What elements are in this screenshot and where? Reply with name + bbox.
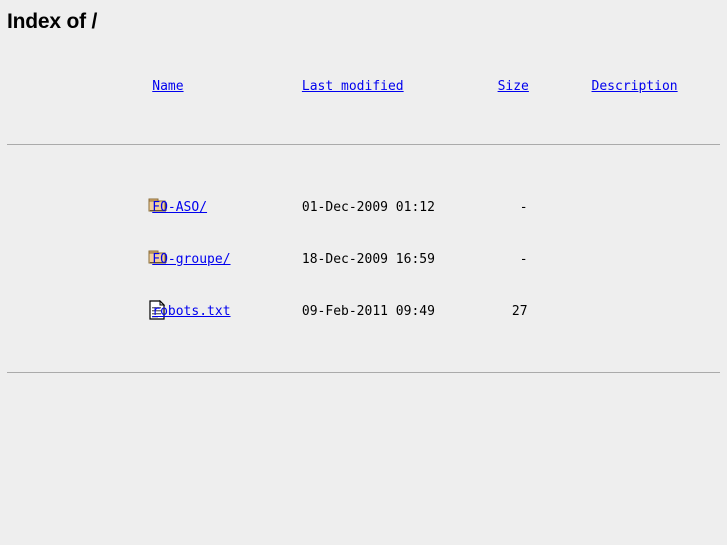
- row-last-modified-cell: 09-Feb-2011 09:49: [239, 285, 435, 337]
- row-last-modified-cell: 18-Dec-2009 16:59: [239, 233, 435, 285]
- row-icon-cell: [0, 285, 166, 337]
- header-separator-row: [0, 109, 727, 181]
- row-name-cell: robots.txt: [90, 285, 240, 337]
- row-description-cell: [529, 233, 727, 285]
- size-value: 27: [511, 303, 528, 319]
- header-size-cell: Size: [435, 64, 529, 109]
- sort-by-last-modified-link[interactable]: Last modified: [302, 79, 404, 94]
- table-header-row: Name Last modified Size Description: [0, 64, 727, 109]
- header-icon-cell: [0, 64, 90, 109]
- folder-icon: [70, 248, 167, 270]
- footer-separator-cell: [0, 337, 727, 409]
- header-name-cell: Name: [90, 64, 240, 109]
- row-description-cell: [529, 181, 727, 233]
- row-icon-cell: [0, 181, 167, 233]
- table-row[interactable]: robots.txt 09-Feb-2011 09:49 27: [0, 285, 727, 337]
- sort-by-size-link[interactable]: Size: [498, 79, 529, 94]
- file-link[interactable]: FO-groupe/: [152, 252, 230, 267]
- size-value: -: [519, 199, 528, 215]
- header-separator-cell: [0, 109, 727, 181]
- size-value: -: [519, 251, 528, 267]
- file-link[interactable]: robots.txt: [152, 304, 230, 319]
- row-name-cell: FO-groupe/: [90, 233, 240, 285]
- row-description-cell: [529, 285, 727, 337]
- last-modified-value: 09-Feb-2011 09:49: [301, 303, 435, 319]
- directory-index-table: Name Last modified Size Description FO-A…: [0, 64, 727, 409]
- last-modified-value: 18-Dec-2009 16:59: [301, 251, 435, 267]
- horizontal-rule-top: [7, 144, 720, 145]
- sort-by-name-link[interactable]: Name: [152, 79, 183, 94]
- row-icon-cell: [0, 233, 167, 285]
- file-link[interactable]: FO-ASO/: [152, 200, 207, 215]
- sort-by-description-link[interactable]: Description: [592, 79, 678, 94]
- text-file-icon: [70, 299, 166, 322]
- row-name-cell: FO-ASO/: [90, 181, 240, 233]
- row-size-cell: -: [435, 233, 529, 285]
- last-modified-value: 01-Dec-2009 01:12: [301, 199, 435, 215]
- row-size-cell: 27: [435, 285, 529, 337]
- table-row[interactable]: FO-ASO/ 01-Dec-2009 01:12 -: [0, 181, 727, 233]
- footer-separator-row: [0, 337, 727, 409]
- row-last-modified-cell: 01-Dec-2009 01:12: [239, 181, 435, 233]
- header-description-cell: Description: [529, 64, 727, 109]
- row-size-cell: -: [435, 181, 529, 233]
- horizontal-rule-bottom: [7, 372, 720, 373]
- folder-icon: [70, 196, 167, 218]
- table-row[interactable]: FO-groupe/ 18-Dec-2009 16:59 -: [0, 233, 727, 285]
- header-last-modified-cell: Last modified: [239, 64, 435, 109]
- page-title: Index of /: [7, 10, 98, 33]
